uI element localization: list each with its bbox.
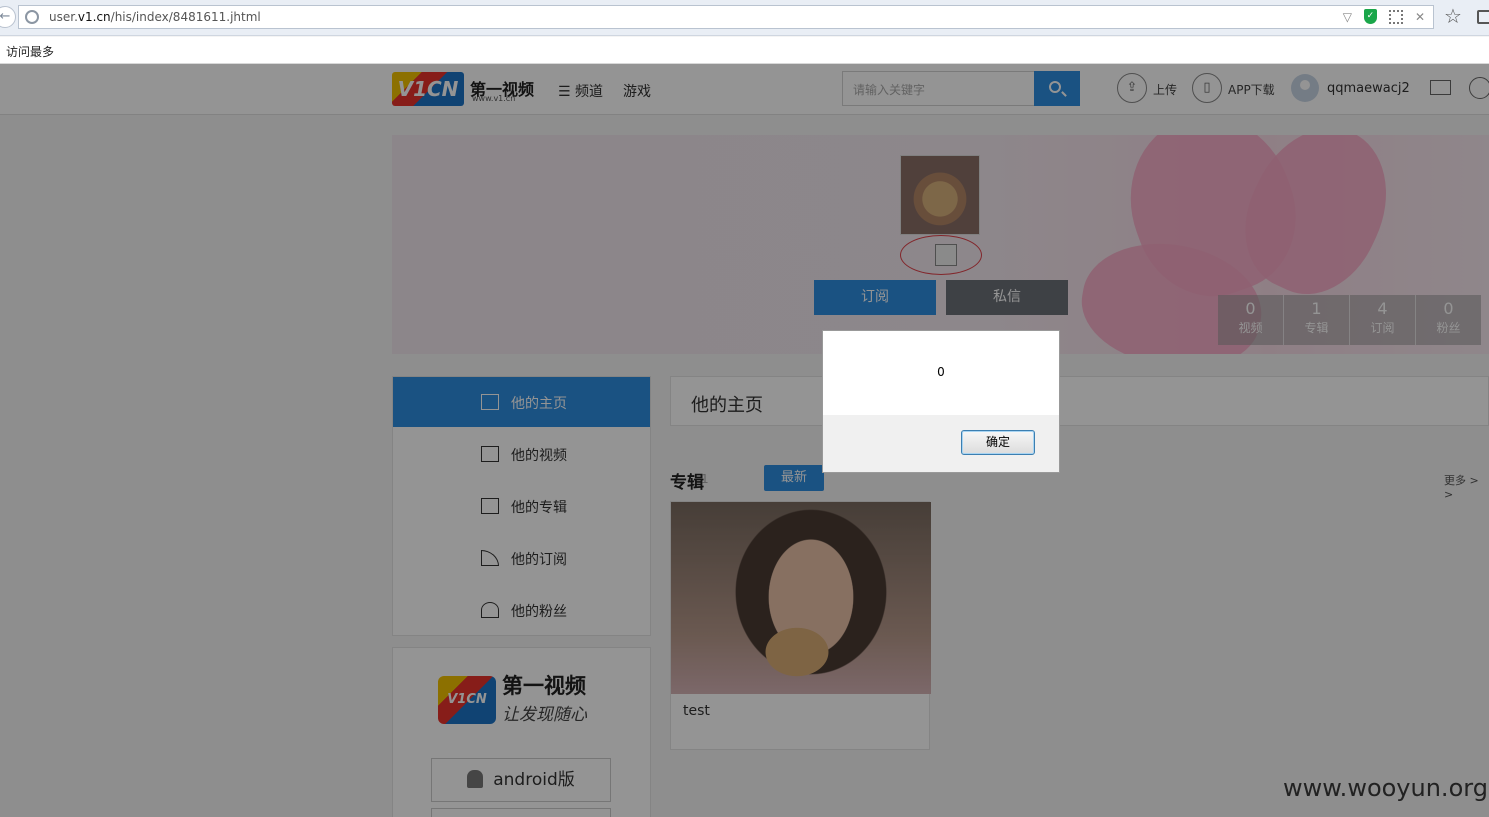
globe-icon xyxy=(25,10,39,24)
extension-icon[interactable] xyxy=(1477,10,1489,24)
browser-toolbar: ← user.v1.cn/his/index/8481611.jhtml ▽ ✓… xyxy=(0,0,1489,36)
watermark: www.wooyun.org xyxy=(1283,774,1488,802)
bookmark-most-visited[interactable]: 访问最多 xyxy=(6,43,54,60)
star-icon[interactable]: ☆ xyxy=(1444,5,1462,27)
back-arrow-icon[interactable]: ← xyxy=(0,6,16,28)
qr-code-icon[interactable] xyxy=(1388,9,1403,24)
dialog-body: 0 xyxy=(823,331,1059,415)
modal-overlay xyxy=(0,64,1489,817)
close-icon[interactable]: ✕ xyxy=(1415,10,1425,24)
ok-button[interactable]: 确定 xyxy=(961,430,1035,455)
bookmark-bar: 访问最多 xyxy=(0,37,1489,64)
shield-icon[interactable]: ✓ xyxy=(1363,9,1377,24)
dialog-message: 0 xyxy=(937,365,945,379)
dropdown-arrow-icon[interactable]: ▽ xyxy=(1343,10,1352,24)
alert-dialog: 0 确定 xyxy=(822,330,1060,473)
address-bar[interactable]: user.v1.cn/his/index/8481611.jhtml ▽ ✓ ✕ xyxy=(18,5,1434,29)
url-text: user.v1.cn/his/index/8481611.jhtml xyxy=(49,10,261,24)
